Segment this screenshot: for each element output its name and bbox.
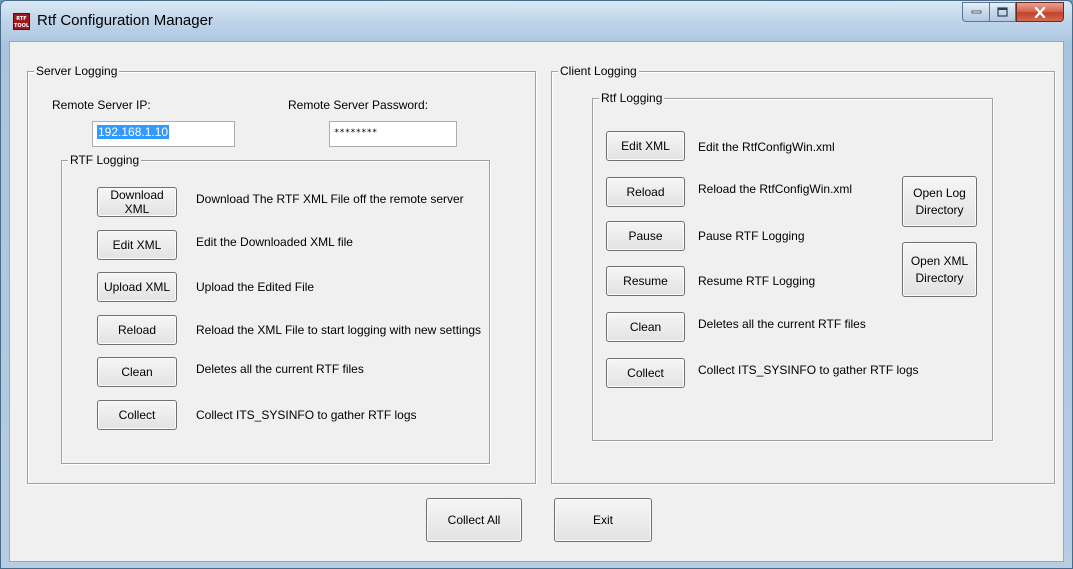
download-xml-desc: Download The RTF XML File off the remote… <box>196 192 464 206</box>
close-button[interactable] <box>1016 2 1064 22</box>
download-xml-button[interactable]: Download XML <box>97 187 177 217</box>
server-rtf-logging-label: RTF Logging <box>68 153 142 167</box>
server-reload-button[interactable]: Reload <box>97 315 177 345</box>
server-collect-button[interactable]: Collect <box>97 400 177 430</box>
server-clean-desc: Deletes all the current RTF files <box>196 362 364 376</box>
client-edit-xml-desc: Edit the RtfConfigWin.xml <box>698 140 835 154</box>
remote-ip-label: Remote Server IP: <box>52 98 151 112</box>
exit-button[interactable]: Exit <box>554 498 652 542</box>
edit-xml-desc: Edit the Downloaded XML file <box>196 235 353 249</box>
minimize-icon <box>971 10 981 14</box>
client-logging-label: Client Logging <box>558 64 639 78</box>
window-title: Rtf Configuration Manager <box>37 12 213 29</box>
open-log-line2: Directory <box>915 202 964 217</box>
open-log-directory-button[interactable]: Open Log Directory <box>902 176 977 227</box>
server-logging-label: Server Logging <box>34 64 120 78</box>
open-xml-line1: Open XML <box>910 253 969 268</box>
server-reload-desc: Reload the XML File to start logging wit… <box>196 323 482 337</box>
client-resume-desc: Resume RTF Logging <box>698 274 816 288</box>
upload-xml-button[interactable]: Upload XML <box>97 272 177 302</box>
client-rtf-logging-group: Rtf Logging Edit XML Edit the RtfConfigW… <box>592 91 993 441</box>
client-edit-xml-button[interactable]: Edit XML <box>606 131 685 161</box>
client-clean-desc: Deletes all the current RTF files <box>698 317 866 331</box>
remote-ip-input[interactable]: 192.168.1.10 <box>92 121 235 147</box>
maximize-button[interactable] <box>989 2 1016 22</box>
open-xml-directory-button[interactable]: Open XML Directory <box>902 242 977 297</box>
upload-xml-desc: Upload the Edited File <box>196 280 315 294</box>
remote-password-input[interactable]: ******** <box>329 121 457 147</box>
collect-all-button[interactable]: Collect All <box>426 498 522 542</box>
client-logging-group: Client Logging Rtf Logging Edit XML Edit… <box>551 64 1055 484</box>
client-reload-button[interactable]: Reload <box>606 177 685 207</box>
edit-xml-button[interactable]: Edit XML <box>97 230 177 260</box>
client-pause-button[interactable]: Pause <box>606 221 685 251</box>
title-bar[interactable]: RTF TOOL Rtf Configuration Manager <box>1 1 1072 41</box>
server-collect-desc: Collect ITS_SYSINFO to gather RTF logs <box>196 408 417 422</box>
minimize-button[interactable] <box>962 2 989 22</box>
client-collect-button[interactable]: Collect <box>606 358 685 388</box>
client-reload-desc: Reload the RtfConfigWin.xml <box>698 182 853 196</box>
client-area: Server Logging Remote Server IP: 192.168… <box>9 41 1064 562</box>
remote-ip-value: 192.168.1.10 <box>97 125 170 139</box>
remote-password-label: Remote Server Password: <box>288 98 429 112</box>
maximize-icon <box>997 7 1008 17</box>
open-log-line1: Open Log <box>913 185 966 200</box>
client-clean-button[interactable]: Clean <box>606 312 685 342</box>
window-controls <box>962 2 1064 23</box>
client-pause-desc: Pause RTF Logging <box>698 229 805 243</box>
close-icon <box>1034 6 1046 18</box>
client-collect-desc: Collect ITS_SYSINFO to gather RTF logs <box>698 363 919 377</box>
server-logging-group: Server Logging Remote Server IP: 192.168… <box>27 64 536 484</box>
rtf-tool-icon[interactable]: RTF TOOL <box>13 13 30 30</box>
server-clean-button[interactable]: Clean <box>97 357 177 387</box>
server-rtf-logging-group: RTF Logging Download XML Download The RT… <box>61 153 490 464</box>
client-resume-button[interactable]: Resume <box>606 266 685 296</box>
open-xml-line2: Directory <box>915 270 964 285</box>
client-rtf-logging-label: Rtf Logging <box>599 91 665 105</box>
main-window: RTF TOOL Rtf Configuration Manager Serve… <box>0 0 1073 569</box>
